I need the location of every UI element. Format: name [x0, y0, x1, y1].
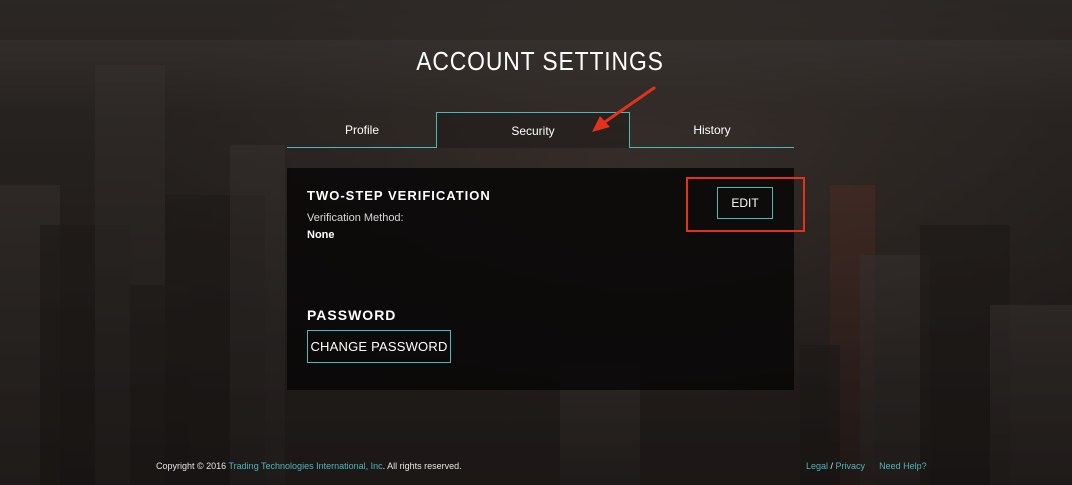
privacy-link[interactable]: Privacy: [836, 461, 866, 471]
two-step-verification-heading: TWO-STEP VERIFICATION: [307, 188, 491, 203]
security-panel: TWO-STEP VERIFICATION Verification Metho…: [287, 168, 805, 390]
settings-tabs: Profile Security History: [287, 112, 794, 148]
footer-separator: /: [828, 461, 836, 471]
need-help-link[interactable]: Need Help?: [879, 461, 927, 471]
copyright-text: Copyright © 2016 Trading Technologies In…: [156, 461, 462, 471]
copyright-prefix: Copyright © 2016: [156, 461, 229, 471]
verification-method-value: None: [307, 229, 335, 241]
company-link[interactable]: Trading Technologies International, Inc: [229, 461, 383, 471]
edit-verification-button[interactable]: EDIT: [717, 187, 773, 219]
footer-links: Legal / Privacy Need Help?: [806, 461, 927, 471]
tab-profile[interactable]: Profile: [287, 112, 437, 148]
legal-link[interactable]: Legal: [806, 461, 828, 471]
change-password-button[interactable]: CHANGE PASSWORD: [307, 330, 451, 363]
password-heading: PASSWORD: [307, 307, 397, 323]
page-title: ACCOUNT SETTINGS: [416, 46, 664, 76]
annotation-arrow-icon: [592, 86, 656, 132]
copyright-suffix: . All rights reserved.: [382, 461, 462, 471]
verification-method-label: Verification Method:: [307, 212, 404, 224]
